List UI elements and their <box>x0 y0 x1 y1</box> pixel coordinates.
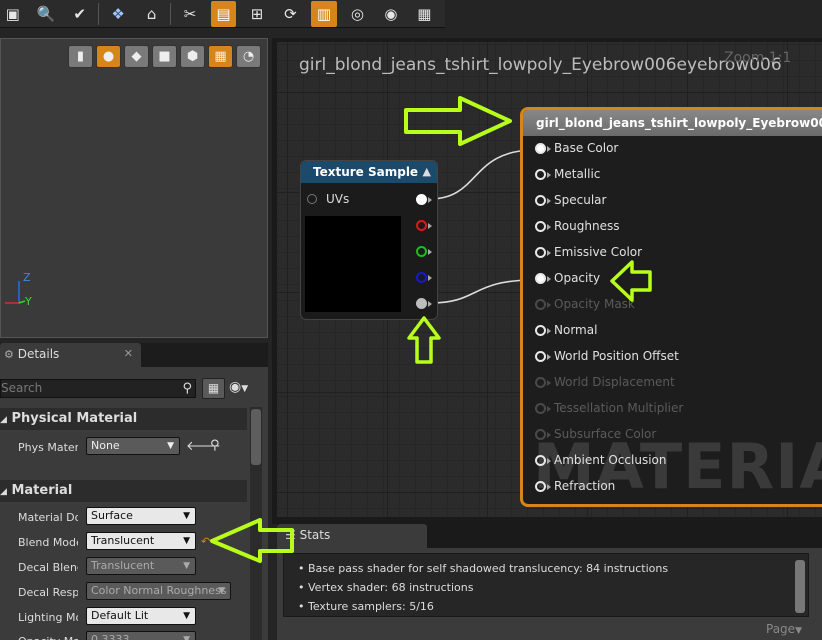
annotation-arrows <box>210 96 652 563</box>
arrow-to-blend-mode <box>210 518 294 563</box>
material-editor-window: ▣ 🔍 ✔ ❖ ⌂ ✂ ▤ ⊞ ⟳ ▥ ◎ ◉ ▦ ▮ ● ◆ ■ ⬢ ▦ ◔ Z Y ⚙ Details ✕ Se… <box>0 0 822 640</box>
arrow-to-opacity-pin <box>610 260 652 302</box>
arrow-to-material-node <box>404 96 512 146</box>
arrow-to-alpha-pin <box>407 316 441 364</box>
